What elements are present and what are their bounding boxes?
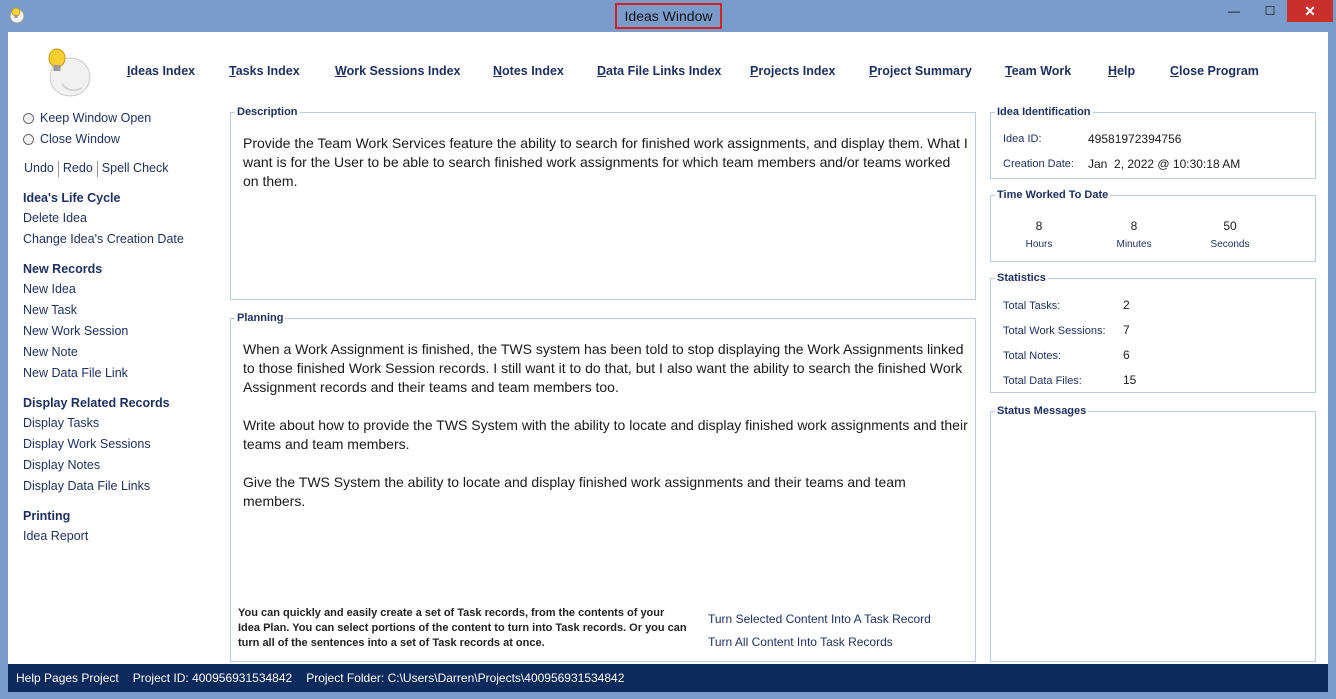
nav-notes-index[interactable]: Notes Index (493, 64, 564, 78)
planning-paragraph: Write about how to provide the TWS Syste… (243, 417, 968, 452)
seconds-value: 50 (1223, 219, 1237, 233)
planning-legend: Planning (237, 312, 284, 324)
undo-link[interactable]: Undo (24, 161, 54, 177)
keep-window-open-radio[interactable]: Keep Window Open (23, 111, 151, 125)
creation-date-label: Creation Date: (1003, 158, 1074, 170)
close-window-button[interactable]: ✕ (1287, 0, 1333, 22)
display-related-heading: Display Related Records (23, 396, 170, 410)
planning-paragraph: Give the TWS System the ability to locat… (243, 474, 906, 509)
redo-link[interactable]: Redo (63, 161, 93, 177)
new-data-file-link-link[interactable]: New Data File Link (23, 366, 128, 380)
edit-actions: Undo Redo Spell Check (24, 161, 168, 177)
divider (96, 161, 98, 177)
head-bulb-logo-icon (48, 48, 91, 97)
radio-circle-icon (23, 133, 34, 145)
nav-team-work[interactable]: Team Work (1005, 64, 1071, 78)
new-idea-link[interactable]: New Idea (23, 282, 76, 296)
total-data-files-label: Total Data Files: (1003, 375, 1082, 387)
seconds-label: Seconds (1210, 239, 1250, 250)
close-window-label: Close Window (40, 132, 120, 146)
status-bar: Help Pages Project Project ID: 400956931… (8, 664, 1328, 692)
maximize-button[interactable]: ☐ (1256, 0, 1284, 22)
change-creation-date-link[interactable]: Change Idea's Creation Date (23, 232, 184, 246)
client-area: Ideas Index Tasks Index Work Sessions In… (8, 32, 1328, 664)
radio-circle-icon (23, 112, 34, 124)
title-bar: Ideas Window — ☐ ✕ (0, 0, 1336, 32)
task-conversion-hint: You can quickly and easily create a set … (238, 607, 687, 649)
new-work-session-link[interactable]: New Work Session (23, 324, 128, 338)
total-notes-value: 6 (1123, 348, 1130, 362)
total-tasks-value: 2 (1123, 298, 1130, 312)
minutes-value: 8 (1130, 219, 1138, 233)
new-records-heading: New Records (23, 262, 103, 276)
idea-report-link[interactable]: Idea Report (23, 529, 88, 543)
description-legend: Description (237, 106, 298, 118)
keep-window-open-label: Keep Window Open (40, 111, 152, 125)
turn-all-into-tasks-link[interactable]: Turn All Content Into Task Records (708, 635, 893, 649)
status-messages-legend: Status Messages (997, 405, 1087, 417)
creation-date-value: Jan 2, 2022 @ 10:30:18 AM (1088, 157, 1241, 171)
display-notes-link[interactable]: Display Notes (23, 458, 100, 472)
total-data-files-value: 15 (1123, 373, 1137, 387)
description-textarea[interactable]: Provide the Team Work Services feature t… (243, 134, 968, 294)
nav-projects-index[interactable]: Projects Index (750, 64, 835, 78)
delete-idea-link[interactable]: Delete Idea (23, 211, 87, 225)
window-title: Ideas Window (615, 3, 722, 29)
planning-paragraph: When a Work Assignment is finished, the … (243, 341, 964, 395)
nav-data-file-links-index[interactable]: Data File Links Index (597, 64, 721, 78)
lifecycle-heading: Idea's Life Cycle (23, 191, 121, 205)
nav-work-sessions-index[interactable]: Work Sessions Index (335, 64, 461, 78)
total-sessions-value: 7 (1123, 323, 1130, 337)
total-sessions-label: Total Work Sessions: (1003, 325, 1106, 337)
close-window-radio[interactable]: Close Window (23, 132, 120, 146)
bulb-app-icon[interactable] (8, 6, 26, 24)
project-folder: Project Folder: C:\Users\Darren\Projects… (306, 671, 625, 685)
idea-id-value: 49581972394756 (1088, 132, 1182, 146)
nav-close-program[interactable]: Close Program (1170, 64, 1259, 78)
nav-tasks-index[interactable]: Tasks Index (229, 64, 300, 78)
display-work-sessions-link[interactable]: Display Work Sessions (23, 437, 151, 451)
total-tasks-label: Total Tasks: (1003, 300, 1061, 312)
time-worked-legend: Time Worked To Date (997, 189, 1109, 201)
planning-textarea[interactable]: When a Work Assignment is finished, the … (243, 340, 968, 570)
project-name: Help Pages Project (16, 671, 119, 685)
turn-selected-into-task-link[interactable]: Turn Selected Content Into A Task Record (708, 612, 931, 626)
new-note-link[interactable]: New Note (23, 345, 78, 359)
display-tasks-link[interactable]: Display Tasks (23, 416, 99, 430)
statistics-legend: Statistics (997, 272, 1046, 284)
project-id: Project ID: 400956931534842 (132, 671, 293, 685)
divider (57, 161, 59, 177)
nav-help[interactable]: Help (1108, 64, 1135, 78)
status-messages-group: Status Messages (990, 405, 1316, 662)
hours-label: Hours (1025, 239, 1053, 250)
description-text: Provide the Team Work Services feature t… (243, 135, 968, 189)
idea-identification-legend: Idea Identification (997, 106, 1091, 118)
hours-value: 8 (1035, 219, 1043, 233)
minutes-label: Minutes (1116, 239, 1152, 250)
spell-check-link[interactable]: Spell Check (102, 161, 169, 177)
idea-id-label: Idea ID: (1003, 133, 1042, 145)
printing-heading: Printing (23, 509, 71, 523)
nav-project-summary[interactable]: Project Summary (869, 64, 972, 78)
minimize-button[interactable]: — (1220, 0, 1248, 22)
nav-ideas-index[interactable]: Ideas Index (127, 64, 195, 78)
total-notes-label: Total Notes: (1003, 350, 1062, 362)
new-task-link[interactable]: New Task (23, 303, 77, 317)
display-data-file-links-link[interactable]: Display Data File Links (23, 479, 150, 493)
